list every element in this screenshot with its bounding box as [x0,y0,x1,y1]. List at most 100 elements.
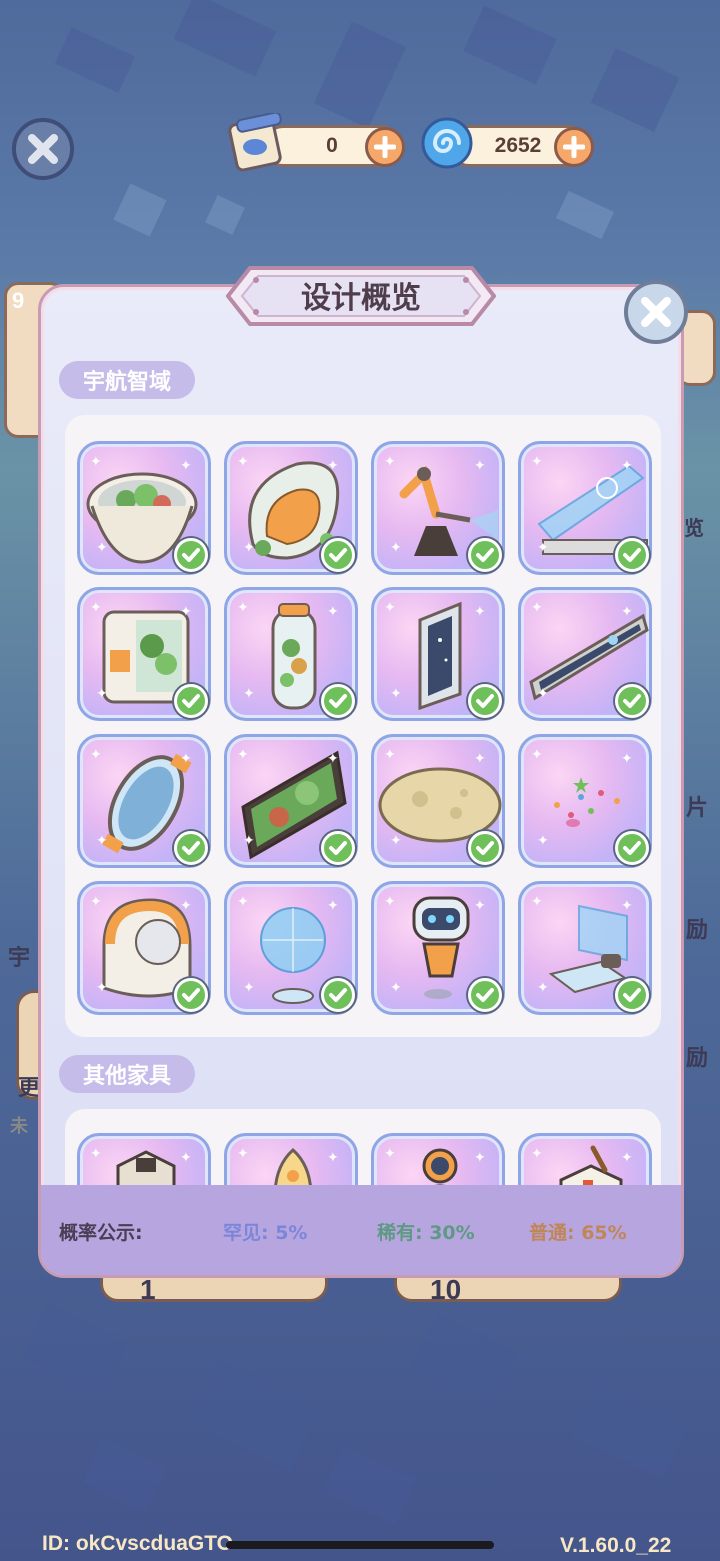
sparkle-icon: ✦ [474,604,486,620]
common-probability: 普通: 65% [529,1222,627,1244]
owned-check-icon [174,831,208,865]
bg-label: 片 [686,795,709,820]
sparkle-icon: ✦ [237,747,249,763]
item-card-cube-lamp[interactable]: ✦✦✦ [518,1133,652,1191]
sparkle-icon: ✦ [243,833,255,849]
sparkle-icon: ✦ [537,980,549,996]
owned-check-icon [321,831,355,865]
sparkle-icon: ✦ [327,898,339,914]
sparkle-icon: ✦ [621,1150,633,1166]
sparkle-icon: ✦ [90,747,102,763]
sparkle-icon: ✦ [390,980,402,996]
sparkle-icon: ✦ [531,747,543,763]
bg-label: 未 [10,1116,28,1136]
sparkle-icon: ✦ [531,1146,543,1162]
section-label-other: 其他家具 [59,1055,196,1093]
bg-level-number: 9 [12,288,25,313]
uncommon-probability: 稀有: 30% [377,1222,475,1244]
sparkle-icon: ✦ [180,1150,192,1166]
bg-label: 励 [686,1045,709,1070]
owned-check-icon [174,684,208,718]
bg-shard [411,1313,519,1407]
bg-shard [21,1303,129,1397]
owned-check-icon [321,538,355,572]
owned-check-icon [468,978,502,1012]
home-indicator[interactable] [226,1541,494,1549]
ticket-count: 0 [326,134,338,157]
sparkle-icon: ✦ [180,458,192,474]
sparkle-icon: ✦ [243,980,255,996]
bg-label: 宇 [8,945,31,970]
bg-shard [54,27,136,93]
owned-check-icon [174,978,208,1012]
owned-check-icon [468,831,502,865]
sparkle-icon: ✦ [237,454,249,470]
close-icon [28,134,58,164]
spiral-count: 2652 [494,134,542,157]
bg-shard [572,1381,688,1479]
item-card-tower-block[interactable]: ✦✦✦ [77,1133,211,1191]
bg-label: 览 [684,518,704,540]
sparkle-icon: ✦ [621,458,633,474]
bg-shard [590,48,680,132]
bg-shard [82,1437,168,1513]
owned-check-icon [615,978,649,1012]
sparkle-icon: ✦ [237,1146,249,1162]
item-card-astronaut[interactable]: ✦✦✦ [371,1133,505,1191]
bg-label: 励 [686,917,709,942]
sparkle-icon: ✦ [90,1146,102,1162]
bg-shard [113,183,167,237]
add-ticket-button[interactable] [365,127,405,167]
sparkle-icon: ✦ [180,898,192,914]
panel-title: 设计概览 [301,281,421,316]
design-overview-panel: 宇航智域 ✦ ✦ ✦ ✦ ✦ ✦ ✦ ✦ ✦ ✦ ✦ ✦ ✦ ✦ ✦ ✦ ✦ ✦… [38,284,684,1278]
plus-icon [374,136,396,158]
sparkle-icon: ✦ [327,458,339,474]
sparkle-icon: ✦ [384,747,396,763]
sparkle-icon: ✦ [474,898,486,914]
sparkle-icon: ✦ [96,686,108,702]
sparkle-icon: ✦ [474,458,486,474]
bg-draw-one-count: 1 [140,1274,156,1305]
spiral-currency-icon [416,112,478,174]
probability-footer: 概率公示: 罕见: 5% 稀有: 30% 普通: 65% [41,1185,681,1275]
sparkle-icon: ✦ [327,1150,339,1166]
sparkle-icon: ✦ [237,600,249,616]
sparkle-icon: ✦ [384,600,396,616]
plus-icon [563,136,585,158]
close-icon [641,297,671,327]
panel-scroll-area[interactable]: 宇航智域 ✦ ✦ ✦ ✦ ✦ ✦ ✦ ✦ ✦ ✦ ✦ ✦ ✦ ✦ ✦ ✦ ✦ ✦… [41,287,681,1191]
add-spiral-button[interactable] [554,127,594,167]
sparkle-icon: ✦ [243,540,255,556]
owned-check-icon [321,684,355,718]
sparkle-icon: ✦ [96,540,108,556]
item-card-rocket[interactable]: ✦✦✦ [224,1133,358,1191]
sparkle-icon: ✦ [243,686,255,702]
owned-check-icon [615,538,649,572]
sparkle-icon: ✦ [96,980,108,996]
ticket-icon [226,112,288,174]
bg-shard [323,1445,417,1525]
rare-probability: 罕见: 5% [223,1222,308,1244]
bg-shard [556,190,614,240]
bg-label: 更 [18,1075,41,1100]
owned-check-icon [468,684,502,718]
sparkle-icon: ✦ [180,751,192,767]
back-close-button[interactable] [12,118,74,180]
bg-draw-ten-count: 10 [430,1274,462,1305]
sparkle-icon: ✦ [180,604,192,620]
sparkle-icon: ✦ [531,454,543,470]
sparkle-icon: ✦ [390,540,402,556]
sparkle-icon: ✦ [531,600,543,616]
sparkle-icon: ✦ [474,1150,486,1166]
owned-check-icon [321,978,355,1012]
version-text: V.1.60.0_22 [560,1534,672,1557]
sparkle-icon: ✦ [90,894,102,910]
sparkle-icon: ✦ [531,894,543,910]
probability-label: 概率公示: [59,1222,143,1244]
sparkle-icon: ✦ [390,686,402,702]
panel-close-button[interactable] [624,280,688,344]
bg-shard [190,1360,320,1470]
owned-check-icon [174,538,208,572]
sparkle-icon: ✦ [390,833,402,849]
